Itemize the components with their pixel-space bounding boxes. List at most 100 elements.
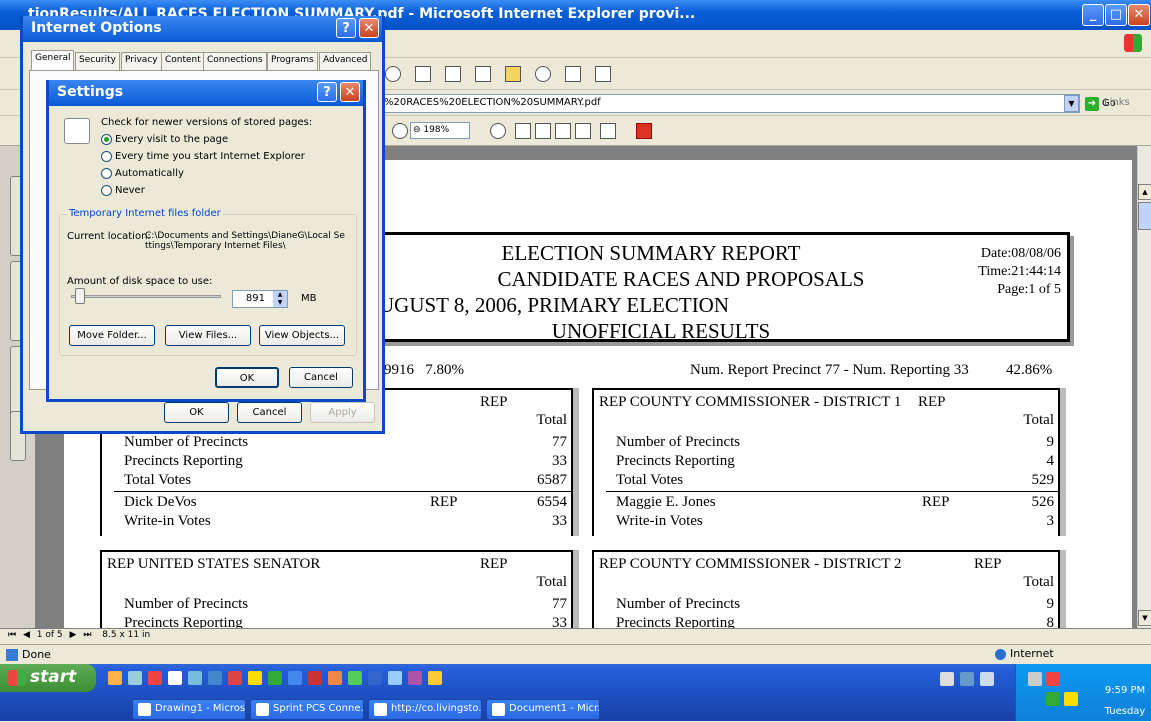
start-label: start (30, 667, 77, 687)
mail-icon[interactable] (415, 66, 431, 82)
tab-security[interactable]: Security (75, 52, 120, 70)
tab-general[interactable]: General (31, 50, 75, 71)
tray-icon[interactable] (1046, 692, 1060, 706)
minimize-button[interactable]: _ (1082, 4, 1104, 26)
next-page-icon[interactable]: ▶ (70, 630, 77, 640)
total-label: Total (536, 574, 567, 590)
scroll-up-button[interactable]: ▲ (1138, 184, 1151, 200)
vertical-scrollbar[interactable]: ▲ ▼ (1137, 146, 1151, 628)
scroll-thumb[interactable] (1138, 202, 1151, 230)
zoom-out-icon[interactable] (392, 123, 408, 139)
option-label[interactable]: Every visit to the page (115, 134, 228, 145)
quicklaunch-icon[interactable] (268, 671, 282, 685)
messenger-icon[interactable] (535, 66, 551, 82)
tab-privacy[interactable]: Privacy (121, 52, 162, 70)
quicklaunch-icon[interactable] (148, 671, 162, 685)
quicklaunch-icon[interactable] (388, 671, 402, 685)
prev-page-icon[interactable]: ◀ (23, 630, 30, 640)
option-label[interactable]: Every time you start Internet Explorer (115, 151, 305, 162)
view-objects-button[interactable]: View Objects... (259, 325, 345, 346)
zoom-in-icon[interactable] (490, 123, 506, 139)
settings-cancel-button[interactable]: Cancel (289, 367, 353, 388)
cancel-button[interactable]: Cancel (237, 402, 302, 423)
settings-help-button[interactable]: ? (317, 82, 337, 102)
help-button[interactable]: ? (336, 18, 356, 38)
quicklaunch-icon[interactable] (108, 671, 122, 685)
print-icon[interactable] (445, 66, 461, 82)
radio-every-start[interactable] (101, 151, 112, 162)
tab-connections[interactable]: Connections (203, 52, 267, 70)
quicklaunch-icon[interactable] (308, 671, 322, 685)
quicklaunch-icon[interactable] (208, 671, 222, 685)
tab-content[interactable]: Content (161, 52, 205, 70)
option-label[interactable]: Automatically (115, 168, 184, 179)
settings-ok-button[interactable]: OK (215, 367, 279, 388)
apply-button[interactable]: Apply (310, 402, 375, 423)
status-done: Done (22, 648, 51, 661)
quicklaunch-icon[interactable] (368, 671, 382, 685)
adobe-icon[interactable] (636, 123, 652, 139)
option-label[interactable]: Never (115, 185, 145, 196)
report-meta: Date:08/08/06 Time:21:44:14 Page:1 of 5 (978, 245, 1061, 299)
tab-advanced[interactable]: Advanced (319, 52, 372, 70)
quicklaunch-icon[interactable] (188, 671, 202, 685)
view-files-button[interactable]: View Files... (165, 325, 251, 346)
tray-icon[interactable] (1028, 672, 1042, 686)
temp-group-label: Temporary Internet files folder (67, 208, 223, 219)
task-drawing1[interactable]: Drawing1 - Micros... (132, 699, 246, 720)
research-icon[interactable] (565, 66, 581, 82)
first-page-icon[interactable]: ⏮ (8, 630, 16, 640)
edit-icon[interactable] (475, 66, 491, 82)
quicklaunch-icon[interactable] (248, 671, 262, 685)
radio-every-visit[interactable] (101, 134, 112, 145)
window-icon[interactable] (595, 66, 611, 82)
disk-space-slider[interactable] (71, 295, 221, 298)
ok-button[interactable]: OK (164, 402, 229, 423)
task-sprint[interactable]: Sprint PCS Conne... (250, 699, 364, 720)
last-page-icon[interactable]: ⏭ (83, 630, 91, 640)
address-dropdown-icon[interactable]: ▼ (1064, 95, 1079, 112)
candidate-votes: 3 (1046, 513, 1055, 529)
zoom-input[interactable]: ⊖ 198% (410, 122, 470, 139)
scroll-down-button[interactable]: ▼ (1138, 610, 1151, 626)
links-label[interactable]: Links (1104, 97, 1130, 108)
tray-icon[interactable] (1064, 692, 1078, 706)
radio-automatically[interactable] (101, 168, 112, 179)
settings-title-bar: Settings (49, 80, 363, 106)
maximize-button[interactable]: □ (1105, 4, 1127, 26)
quicklaunch-icon[interactable] (228, 671, 242, 685)
race-title: REP COUNTY COMMISSIONER - DISTRICT 1 (599, 394, 902, 410)
quicklaunch-icon[interactable] (408, 671, 422, 685)
dialog-close-button[interactable]: ✕ (359, 18, 379, 38)
windows-logo-icon (1124, 34, 1142, 52)
fit-page-icon[interactable] (535, 123, 551, 139)
settings-close-button[interactable]: ✕ (340, 82, 360, 102)
refresh-icon[interactable] (385, 66, 401, 82)
close-button[interactable]: ✕ (1128, 4, 1150, 26)
quicklaunch-icon[interactable] (328, 671, 342, 685)
pen-tray-icon[interactable] (940, 672, 954, 686)
task-document1[interactable]: Document1 - Micr... (486, 699, 600, 720)
rotate-icon[interactable] (600, 123, 616, 139)
slider-thumb[interactable] (75, 288, 85, 304)
quicklaunch-icon[interactable] (128, 671, 142, 685)
quicklaunch-icon[interactable] (168, 671, 182, 685)
quicklaunch-icon[interactable] (428, 671, 442, 685)
address-input[interactable]: %20RACES%20ELECTION%20SUMMARY.pdf (380, 94, 1080, 113)
page-icon[interactable] (515, 123, 531, 139)
spinner-icon[interactable]: ▲ ▼ (273, 291, 287, 307)
help-tray-icon[interactable] (980, 672, 994, 686)
page-indicator[interactable]: 1 of 5 (37, 630, 63, 640)
quicklaunch-icon[interactable] (348, 671, 362, 685)
radio-never[interactable] (101, 185, 112, 196)
network-tray-icon[interactable] (960, 672, 974, 686)
quicklaunch-icon[interactable] (288, 671, 302, 685)
reflow-icon[interactable] (575, 123, 591, 139)
left-stat: 9916 7.80% (384, 362, 464, 378)
fit-width-icon[interactable] (555, 123, 571, 139)
task-browser[interactable]: http://co.livingsto... (368, 699, 482, 720)
tab-programs[interactable]: Programs (267, 52, 318, 70)
tray-icon[interactable] (1046, 672, 1060, 686)
folder-icon[interactable] (505, 66, 521, 82)
move-folder-button[interactable]: Move Folder... (69, 325, 155, 346)
